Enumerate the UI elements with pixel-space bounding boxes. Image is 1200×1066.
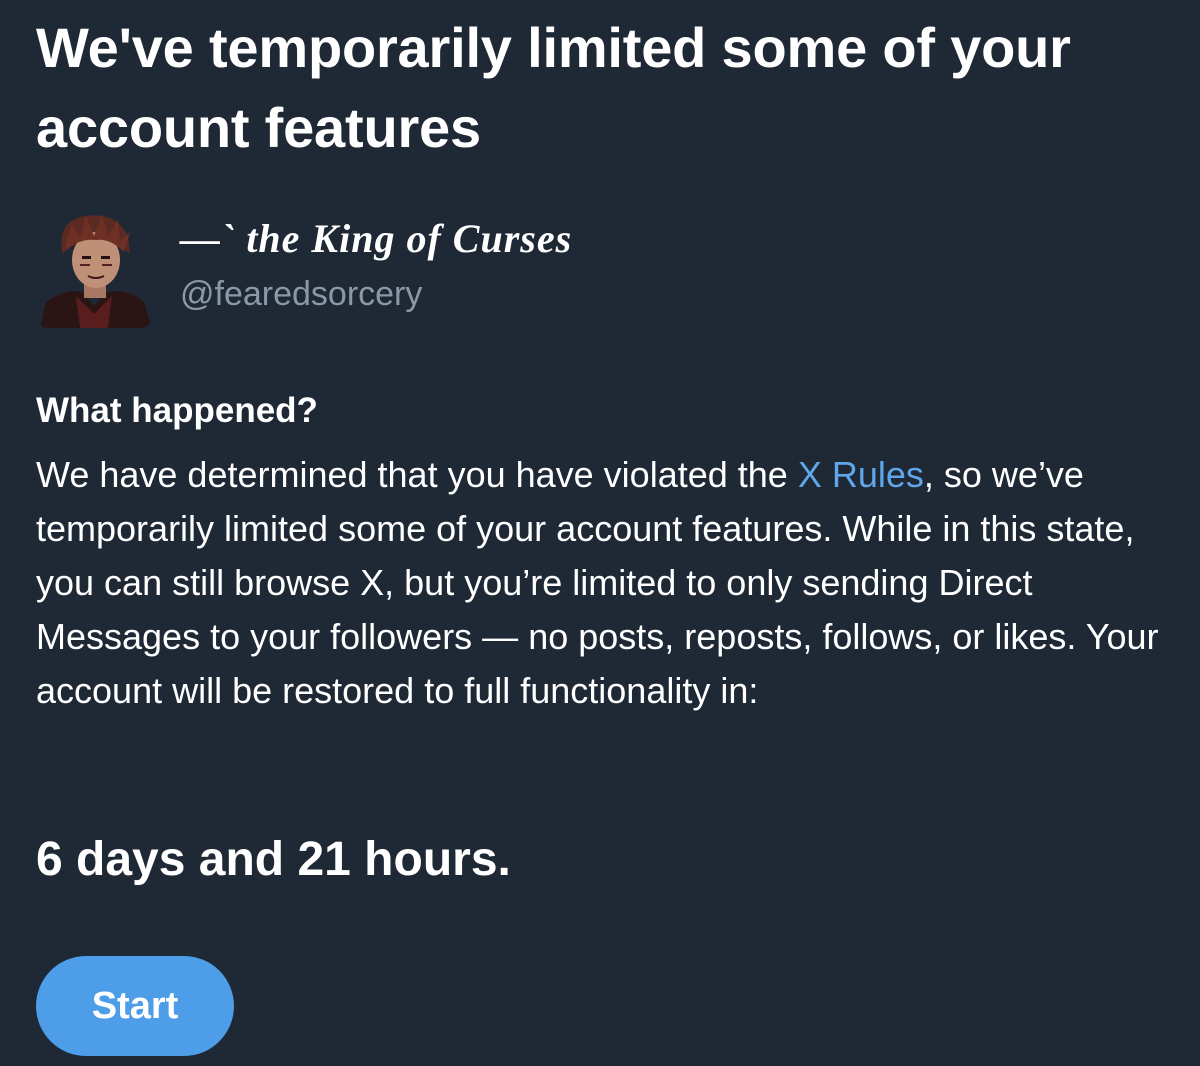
restriction-countdown: 6 days and 21 hours. xyxy=(36,833,511,886)
profile-avatar-icon xyxy=(36,210,152,328)
what-happened-heading: What happened? xyxy=(36,391,318,430)
explanation-text-start: We have determined that you have violate… xyxy=(36,454,798,495)
start-button[interactable]: Start xyxy=(36,956,234,1056)
display-name: —` the King of Curses xyxy=(180,216,573,261)
violation-explanation: We have determined that you have violate… xyxy=(36,448,1166,718)
x-rules-link[interactable]: X Rules xyxy=(798,454,924,495)
account-handle: @fearedsorcery xyxy=(180,275,423,313)
limited-account-notice: We've temporarily limited some of your a… xyxy=(0,0,1200,1066)
avatar xyxy=(36,210,152,328)
account-card: —` the King of Curses @fearedsorcery xyxy=(36,210,1156,330)
page-title: We've temporarily limited some of your a… xyxy=(36,16,1071,159)
